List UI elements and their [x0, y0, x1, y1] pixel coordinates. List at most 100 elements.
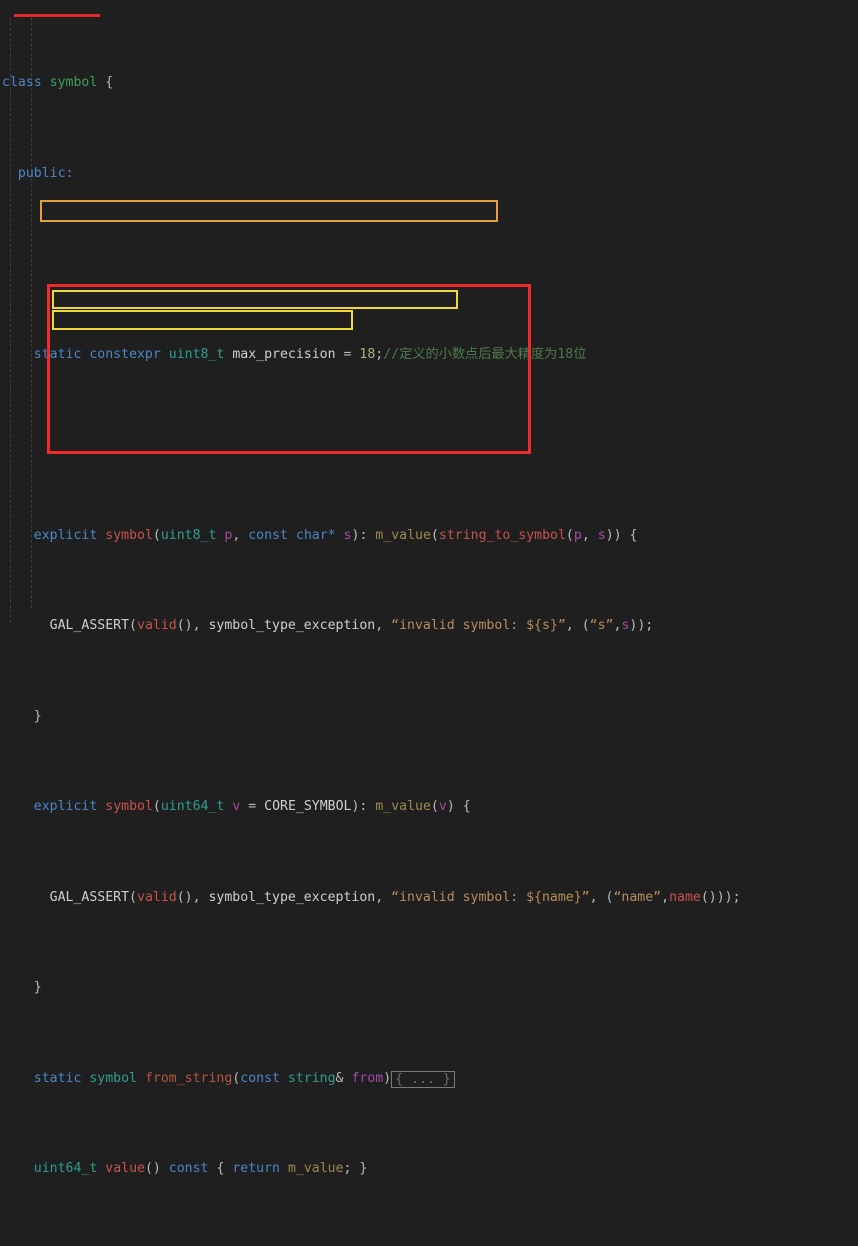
keyword-const: const: [240, 1070, 280, 1086]
paren: (),: [176, 618, 201, 634]
comma: ,: [565, 618, 574, 634]
keyword-explicit: explicit: [33, 799, 98, 815]
paren: ):: [351, 527, 368, 543]
code-line-blank[interactable]: [0, 255, 858, 273]
type-uint64: uint64_t: [160, 799, 225, 815]
code-line[interactable]: uint64_t value() const { return m_value;…: [0, 1160, 858, 1178]
string-invalid-symbol-s: “invalid symbol: ${s}”: [391, 618, 566, 634]
constant-core-symbol: CORE_SYMBOL: [264, 799, 352, 815]
comma: ,: [661, 889, 670, 905]
type-symbol: symbol: [89, 1070, 137, 1086]
call-string-to-symbol: string_to_symbol: [438, 527, 566, 543]
paren: (: [605, 889, 614, 905]
semicolon: ; }: [343, 1161, 368, 1176]
comma: ,: [589, 889, 598, 905]
paren: (: [152, 527, 161, 543]
exception-type: symbol_type_exception: [208, 889, 376, 905]
paren: ()));: [700, 889, 741, 905]
brace: {: [462, 799, 471, 815]
keyword-constexpr: constexpr: [89, 346, 161, 362]
number-18: 18: [359, 346, 376, 362]
member-m-value: m_value: [287, 1161, 344, 1176]
string-name: “name”: [613, 889, 662, 905]
code-line[interactable]: class symbol {: [0, 74, 858, 92]
code-line[interactable]: explicit symbol(uint64_t v = CORE_SYMBOL…: [0, 798, 858, 816]
string-invalid-symbol-name: “invalid symbol: ${name}”: [391, 889, 590, 905]
class-name: symbol: [49, 75, 98, 91]
call-valid: valid: [137, 889, 177, 905]
keyword-static: static: [33, 346, 82, 362]
paren: ): [446, 799, 455, 815]
constructor-symbol: symbol: [105, 799, 153, 815]
call-name: name: [669, 889, 701, 905]
paren: )): [605, 527, 622, 543]
brace-close: }: [33, 708, 42, 724]
type-uint8: uint8_t: [160, 527, 217, 543]
keyword-const: const: [248, 527, 288, 543]
access-specifier-public: public:: [17, 165, 74, 181]
method-value: value: [105, 1161, 145, 1176]
constructor-symbol: symbol: [105, 527, 153, 543]
code-line[interactable]: static symbol from_string(const string& …: [0, 1070, 858, 1088]
param-v: v: [438, 799, 447, 815]
param-s: s: [597, 527, 606, 543]
paren: ):: [351, 799, 368, 815]
paren: (: [232, 1070, 241, 1086]
operator-assign: =: [343, 346, 352, 362]
code-line-blank[interactable]: [0, 436, 858, 454]
paren: (),: [176, 889, 201, 905]
comma: ,: [375, 889, 384, 905]
brace: {: [216, 1161, 225, 1176]
call-valid: valid: [137, 618, 177, 634]
type-uint8: uint8_t: [168, 346, 225, 362]
paren: (: [565, 527, 574, 543]
type-string: string: [287, 1070, 336, 1086]
comment-max-precision: //定义的小数点后最大精度为18位: [383, 346, 587, 362]
code-line[interactable]: GAL_ASSERT(valid(), symbol_type_exceptio…: [0, 617, 858, 635]
member-m-value: m_value: [375, 527, 431, 543]
member-m-value: m_value: [375, 799, 431, 815]
param-v: v: [232, 799, 241, 815]
param-p: p: [573, 527, 582, 543]
paren: (: [129, 889, 137, 905]
comma: ,: [581, 527, 590, 543]
method-from-string: from_string: [144, 1070, 233, 1086]
paren: (: [152, 799, 161, 815]
brace: {: [629, 527, 638, 543]
operator-assign: =: [248, 799, 257, 815]
paren: ));: [629, 618, 654, 634]
code-line[interactable]: static constexpr uint8_t max_precision =…: [0, 346, 858, 364]
comma: ,: [375, 618, 384, 634]
macro-gal-assert: GAL_ASSERT: [49, 618, 130, 634]
identifier-max-precision: max_precision: [232, 346, 336, 362]
code-line[interactable]: public:: [0, 165, 858, 183]
param-s: s: [343, 527, 352, 543]
code-editor[interactable]: class symbol { public: static constexpr …: [0, 0, 858, 1176]
type-uint64: uint64_t: [33, 1161, 98, 1176]
code-line[interactable]: GAL_ASSERT(valid(), symbol_type_exceptio…: [0, 889, 858, 907]
paren: ): [383, 1070, 392, 1086]
paren: (: [129, 618, 137, 634]
comma: ,: [232, 527, 241, 543]
code-line[interactable]: }: [0, 708, 858, 726]
brace-close: }: [33, 980, 42, 996]
keyword-return: return: [232, 1161, 280, 1176]
keyword-const: const: [168, 1161, 209, 1176]
code-line[interactable]: explicit symbol(uint8_t p, const char* s…: [0, 527, 858, 545]
paren: (: [430, 527, 439, 543]
macro-gal-assert: GAL_ASSERT: [49, 889, 130, 905]
paren: (: [430, 799, 439, 815]
string-s: “s”: [589, 618, 614, 634]
paren: (: [581, 618, 590, 634]
code-content[interactable]: class symbol { public: static constexpr …: [0, 0, 858, 1246]
paren: (): [144, 1161, 161, 1176]
keyword-static: static: [33, 1070, 82, 1086]
keyword-class: class: [2, 75, 42, 91]
type-char-pointer: char*: [295, 527, 336, 543]
exception-type: symbol_type_exception: [208, 618, 376, 634]
param-from: from: [351, 1070, 384, 1086]
code-line[interactable]: }: [0, 979, 858, 997]
keyword-explicit: explicit: [33, 527, 98, 543]
fold-placeholder[interactable]: { ... }: [391, 1070, 455, 1088]
brace: {: [105, 75, 114, 91]
